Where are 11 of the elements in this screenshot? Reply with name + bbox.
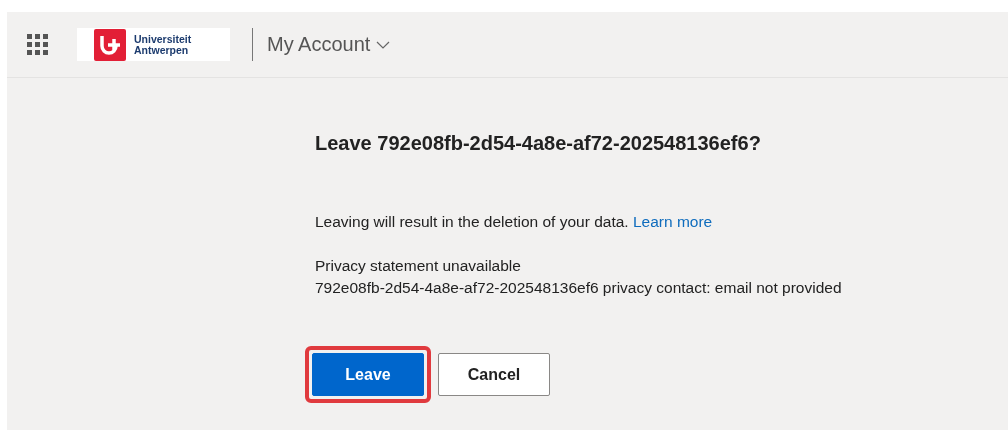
logo-text: Universiteit Antwerpen xyxy=(134,33,192,56)
privacy-text: 792e08fb-2d54-4a8e-af72-202548136ef6 privacy contact: email not provided xyxy=(315,278,843,298)
dialog-title: Leave 792e08fb-2d54-4a8e-af72-202548136ef6? xyxy=(315,132,762,155)
leave-button[interactable]: Leave xyxy=(312,353,424,396)
account-menu[interactable]: My Account xyxy=(267,33,391,56)
learn-more-link[interactable]: Learn more xyxy=(632,213,713,230)
chevron-down-icon xyxy=(376,40,391,49)
message-text: Leaving will result in the deletion of your data. Learn more xyxy=(315,212,714,232)
cancel-button[interactable]: Cancel xyxy=(438,353,550,396)
app-launcher-icon[interactable] xyxy=(27,33,49,56)
privacy-text: Privacy statement unavailable xyxy=(315,256,522,276)
